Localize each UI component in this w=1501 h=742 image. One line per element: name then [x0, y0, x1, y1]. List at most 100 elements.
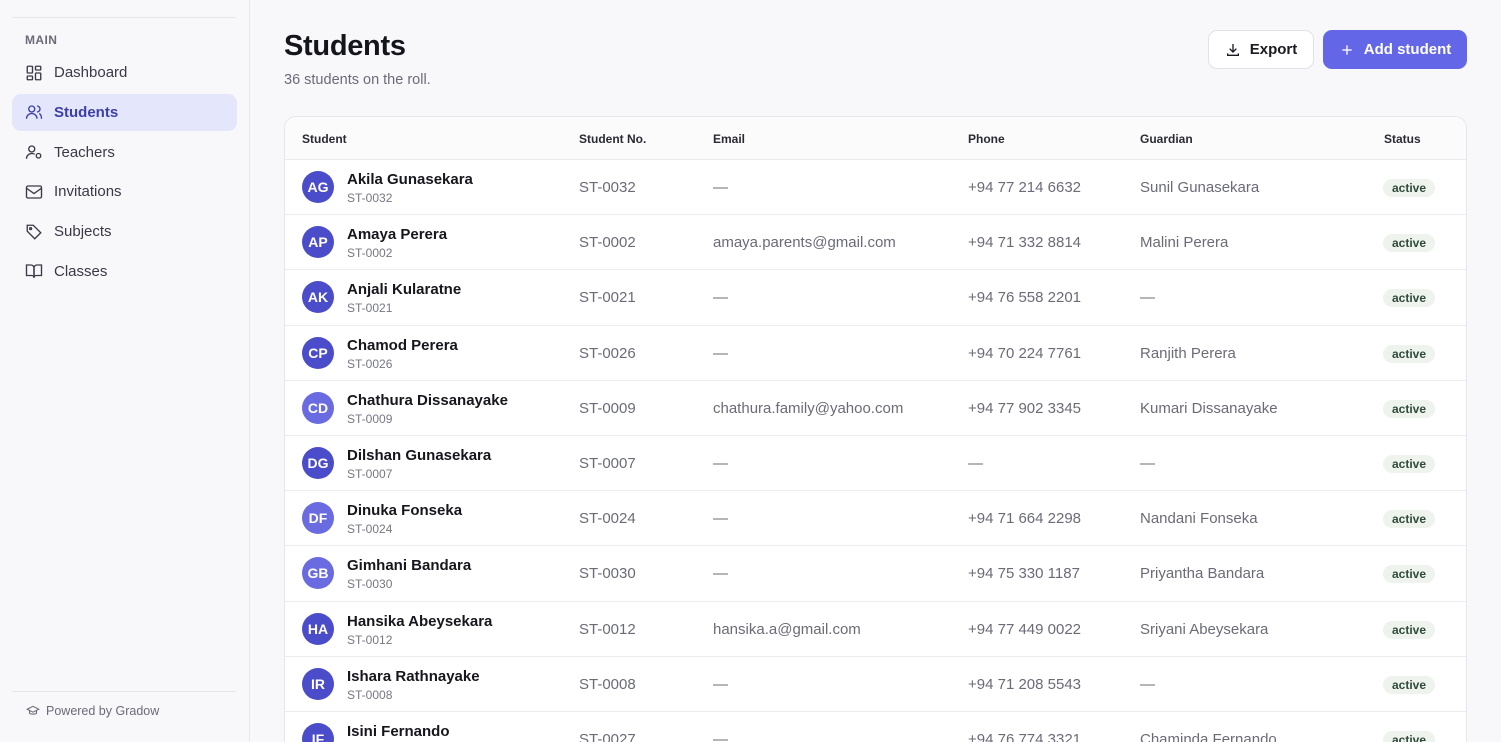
- email-cell: —: [713, 179, 728, 196]
- table-row[interactable]: GB Gimhani Bandara ST-0030 ST-0030 — +94 75 3…: [285, 546, 1466, 602]
- tag-icon: [25, 223, 43, 241]
- avatar: CP: [302, 336, 334, 369]
- export-button[interactable]: Export: [1208, 30, 1314, 69]
- email-cell: —: [713, 289, 728, 307]
- guardian-cell: —: [1140, 675, 1155, 693]
- guardian-cell: —: [1140, 289, 1155, 307]
- students-table: Student Student No. Email Phone Guardian…: [284, 116, 1467, 742]
- sidebar-item-classes[interactable]: Classes: [12, 253, 237, 290]
- guardian-cell: Priyantha Bandara: [1140, 565, 1265, 583]
- page-title: Students: [284, 30, 406, 62]
- column-header-phone[interactable]: Phone: [968, 132, 1005, 146]
- mail-icon: [25, 183, 43, 201]
- status-badge: active: [1383, 565, 1436, 584]
- sidebar-item-label: Students: [54, 103, 119, 121]
- student-number: ST-0012: [579, 620, 636, 638]
- phone-cell: +94 71 332 8814: [968, 234, 1082, 252]
- sidebar-item-label: Teachers: [54, 143, 115, 161]
- sidebar-footer-divider: [12, 691, 236, 692]
- email-cell: —: [713, 510, 728, 528]
- student-number: ST-0002: [579, 234, 636, 252]
- student-name[interactable]: Chathura Dissanayake: [347, 392, 508, 409]
- student-number: ST-0027: [579, 731, 636, 742]
- add-student-button[interactable]: Add student: [1323, 30, 1467, 69]
- table-row[interactable]: IFIsini FernandoST-0027ST-0027—+94 76 77…: [285, 712, 1466, 742]
- student-name[interactable]: Anjali Kularatne: [347, 281, 461, 298]
- avatar: AG: [302, 171, 334, 203]
- phone-cell: +94 71 664 2298: [968, 510, 1082, 528]
- phone-cell: +94 76 558 2201: [968, 289, 1082, 307]
- sidebar-divider: [12, 17, 236, 18]
- student-id-secondary: ST-0021: [347, 301, 393, 316]
- student-number: ST-0021: [579, 289, 636, 307]
- table-row[interactable]: DG Dilshan Gunasekara ST-0007 ST-0007 — — — act…: [285, 436, 1466, 492]
- status-badge: active: [1383, 731, 1436, 742]
- sidebar-item-invitations[interactable]: Invitations: [12, 173, 237, 210]
- sidebar-item-subjects[interactable]: Subjects: [12, 213, 237, 250]
- sidebar-nav: Dashboard Students Teachers Invitations …: [12, 54, 237, 293]
- sidebar-item-students[interactable]: Students: [12, 93, 237, 131]
- phone-cell: +94 70 224 7761: [968, 344, 1082, 362]
- guardian-cell: Sunil Gunasekara: [1140, 179, 1260, 196]
- download-icon: [1226, 43, 1239, 56]
- student-id-secondary: ST-0002: [347, 246, 393, 261]
- student-name[interactable]: Akila Gunasekara: [347, 171, 473, 188]
- graduation-cap-icon: [26, 705, 40, 715]
- avatar: DF: [302, 502, 334, 535]
- user-cog-icon: [25, 143, 43, 161]
- table-row[interactable]: CD Chathura Dissanayake ST-0009 ST-0009 chat…: [285, 381, 1466, 436]
- table-row[interactable]: HA Hansika Abeysekara ST-0012 ST-0012 hansik…: [285, 602, 1466, 657]
- phone-cell: +94 76 774 3321: [968, 731, 1082, 742]
- table-row[interactable]: IR Ishara Rathnayake ST-0008 ST-0008 — +94 71…: [285, 657, 1466, 712]
- page-subtitle: 36 students on the roll.: [284, 72, 431, 88]
- powered-by-text: Powered by Gradow: [46, 704, 160, 718]
- student-id-secondary: ST-0008: [347, 687, 393, 702]
- sidebar-item-label: Subjects: [54, 223, 112, 241]
- student-number: ST-0030: [579, 565, 636, 583]
- status-badge: active: [1383, 675, 1436, 694]
- status-badge: active: [1383, 510, 1436, 529]
- column-header-status[interactable]: Status: [1384, 132, 1421, 146]
- guardian-cell: Nandani Fonseka: [1140, 510, 1258, 528]
- status-badge: active: [1383, 455, 1436, 473]
- table-row[interactable]: CP Chamod Perera ST-0026 ST-0026 — +94 70 224…: [285, 326, 1466, 381]
- avatar: IF: [302, 723, 334, 742]
- student-name[interactable]: Chamod Perera: [347, 337, 458, 354]
- student-number: ST-0024: [579, 510, 636, 528]
- phone-cell: —: [968, 455, 983, 472]
- student-name[interactable]: Ishara Rathnayake: [347, 668, 480, 685]
- avatar: DG: [302, 447, 334, 479]
- add-student-label: Add student: [1363, 41, 1452, 58]
- student-name[interactable]: Dilshan Gunasekara: [347, 447, 491, 464]
- guardian-cell: Sriyani Abeysekara: [1140, 620, 1269, 638]
- email-cell: amaya.parents@gmail.com: [713, 234, 896, 252]
- student-name[interactable]: Isini Fernando: [347, 723, 450, 740]
- column-header-guardian[interactable]: Guardian: [1140, 132, 1193, 146]
- table-row[interactable]: AK Anjali Kularatne ST-0021 ST-0021 — +94 76 …: [285, 270, 1466, 326]
- student-name[interactable]: Gimhani Bandara: [347, 557, 471, 574]
- column-header-student-no[interactable]: Student No.: [579, 132, 646, 146]
- student-name[interactable]: Dinuka Fonseka: [347, 502, 462, 519]
- status-badge: active: [1383, 399, 1436, 418]
- sidebar: MAIN Dashboard Students Teachers Invitat…: [0, 0, 250, 742]
- phone-cell: +94 77 902 3345: [968, 399, 1082, 417]
- student-id-secondary: ST-0009: [347, 411, 393, 426]
- email-cell: hansika.a@gmail.com: [713, 620, 861, 638]
- table-row[interactable]: DF Dinuka Fonseka ST-0024 ST-0024 — +94 71 66…: [285, 491, 1466, 547]
- sidebar-item-teachers[interactable]: Teachers: [12, 134, 237, 171]
- avatar: AK: [302, 281, 334, 314]
- column-header-student[interactable]: Student: [302, 132, 347, 146]
- avatar: AP: [302, 226, 334, 259]
- student-id-secondary: ST-0032: [347, 191, 393, 205]
- student-name[interactable]: Hansika Abeysekara: [347, 613, 492, 630]
- table-row[interactable]: AG Akila Gunasekara ST-0032 ST-0032 — +94 77 …: [285, 160, 1466, 216]
- email-cell: —: [713, 344, 728, 362]
- avatar: HA: [302, 612, 334, 645]
- student-id-secondary: ST-0024: [347, 522, 393, 537]
- phone-cell: +94 71 208 5543: [968, 675, 1082, 693]
- sidebar-item-dashboard[interactable]: Dashboard: [12, 54, 237, 91]
- table-row[interactable]: AP Amaya Perera ST-0002 ST-0002 amaya.parent…: [285, 215, 1466, 271]
- users-icon: [25, 103, 43, 121]
- student-name[interactable]: Amaya Perera: [347, 226, 447, 243]
- column-header-email[interactable]: Email: [713, 132, 745, 146]
